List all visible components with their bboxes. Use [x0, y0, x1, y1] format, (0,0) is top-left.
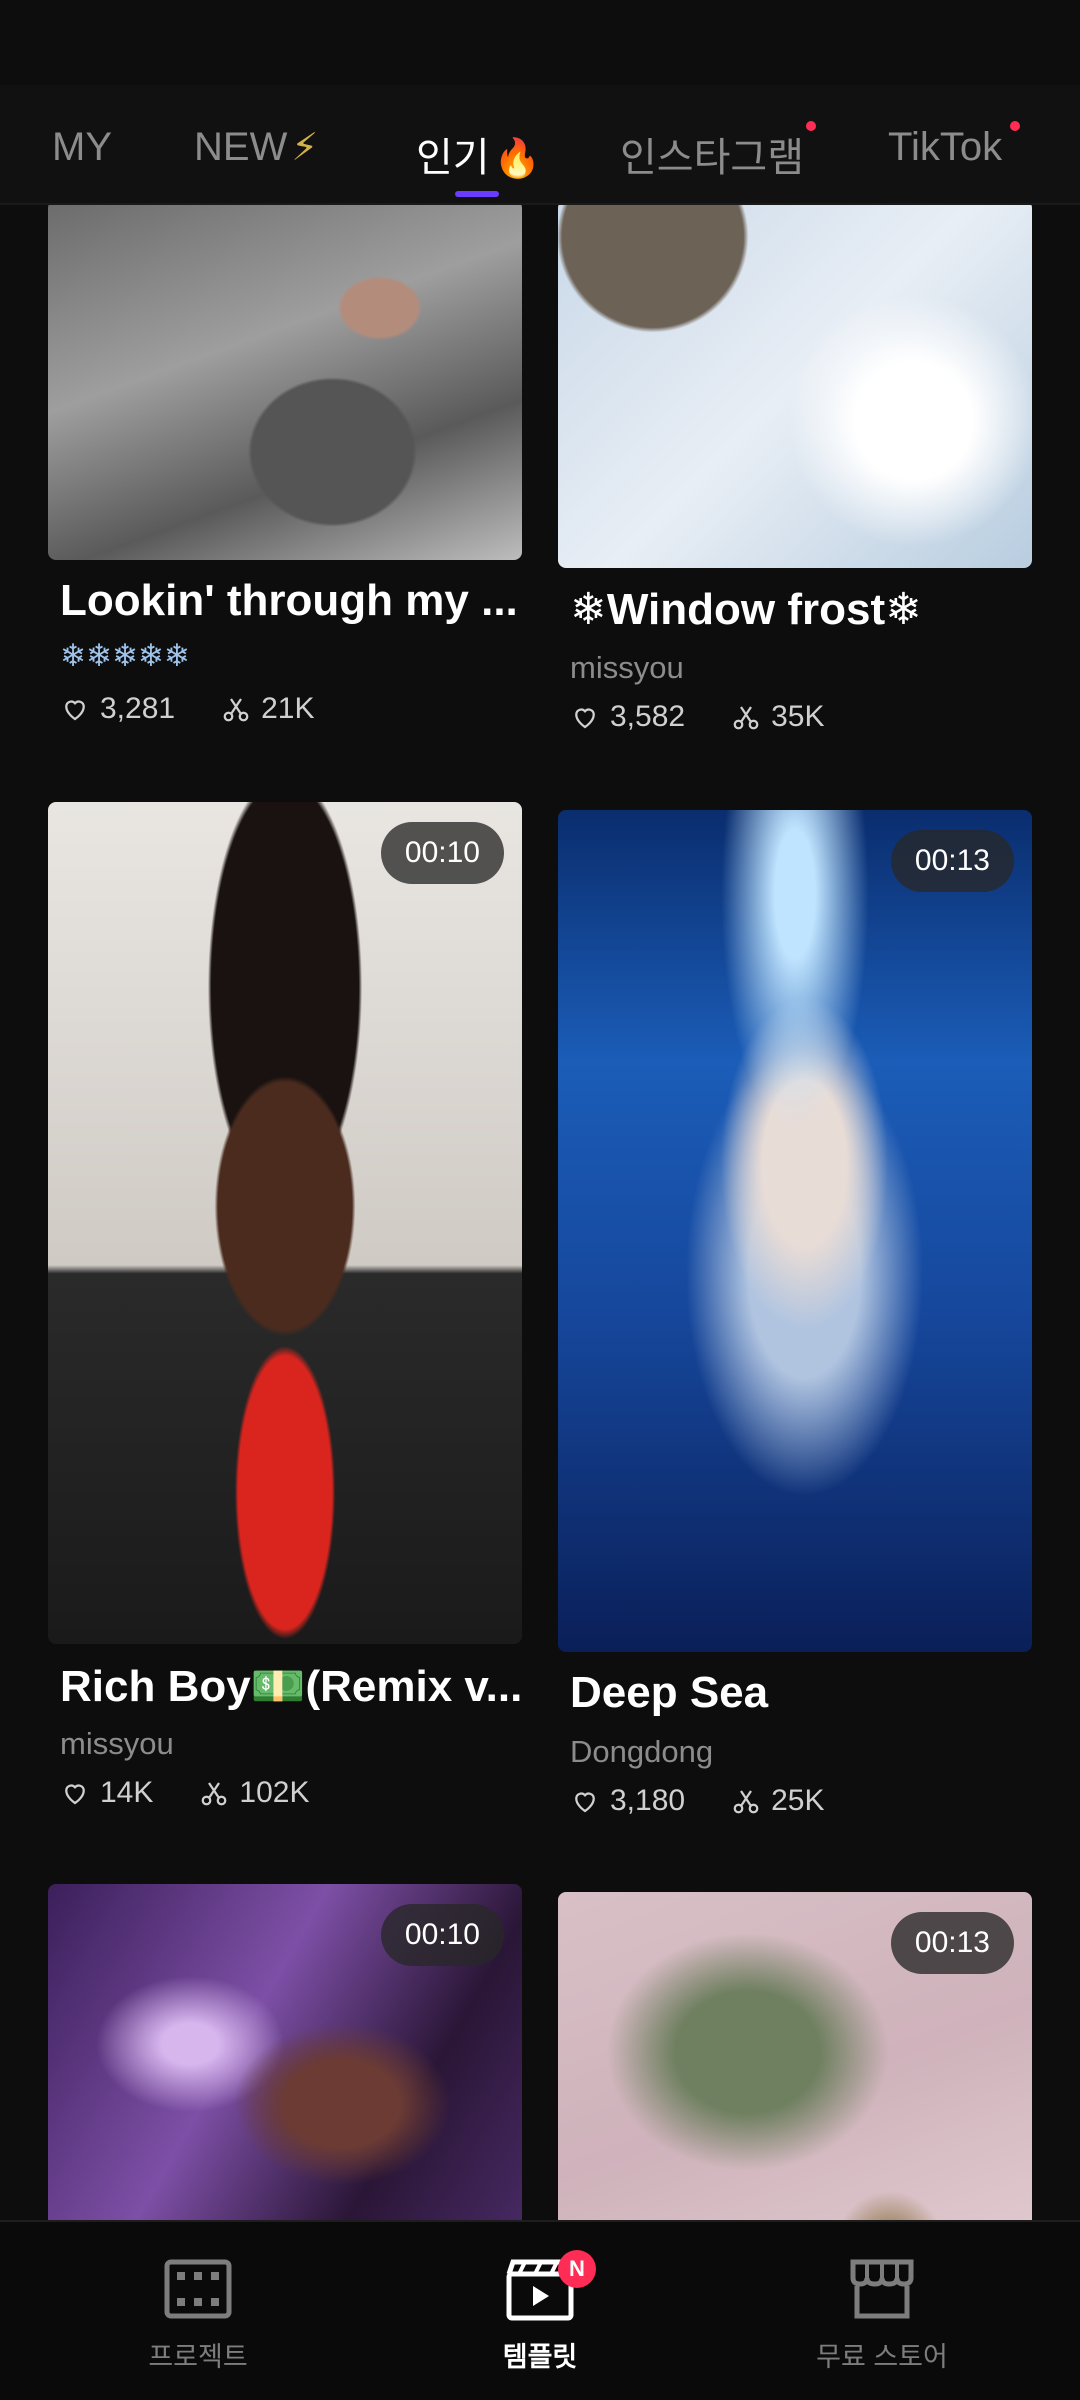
template-thumbnail[interactable]: 00:13: [558, 810, 1032, 1652]
template-title: Rich Boy💵(Remix v...: [60, 1662, 523, 1711]
lightning-icon: ⚡: [291, 127, 319, 169]
template-author: Dongdong: [570, 1734, 714, 1769]
film-icon: [164, 2259, 232, 2319]
template-stats: 14K 102K: [60, 1776, 309, 1810]
template-thumbnail[interactable]: 00:10: [48, 802, 522, 1644]
heart-icon: [575, 708, 595, 729]
nav-item-project[interactable]: 프로젝트: [78, 2256, 318, 2374]
active-tab-indicator: [455, 191, 499, 197]
template-thumbnail[interactable]: [48, 200, 522, 560]
tab-label: 인스타그램: [620, 136, 804, 180]
new-dot-badge: [806, 121, 816, 131]
template-title: Lookin' through my ...: [60, 576, 518, 625]
likes-count: 3,281: [100, 692, 176, 725]
template-stats: 3,180 25K: [570, 1784, 824, 1818]
duration-badge: 00:13: [890, 1912, 1014, 1974]
uses-count: 21K: [261, 692, 315, 725]
tab-instagram[interactable]: 인스타그램: [620, 125, 804, 185]
tab-my[interactable]: MY: [52, 125, 112, 185]
likes-count: 3,180: [610, 1784, 686, 1817]
nav-item-store[interactable]: 무료 스토어: [762, 2256, 1002, 2374]
duration-badge: 00:10: [380, 1904, 504, 1966]
scissors-icon: [733, 1790, 759, 1814]
fire-icon: 🔥: [493, 138, 541, 180]
template-author: missyou: [570, 650, 684, 685]
uses-count: 102K: [239, 1776, 310, 1809]
template-author: missyou: [60, 1726, 174, 1761]
new-badge: N: [558, 2250, 596, 2288]
template-stats: 3,281 21K: [60, 692, 314, 726]
template-title: ❄Window frost❄: [570, 585, 922, 634]
bottom-navigation: 프로젝트 N 템플릿 무료 스토어: [0, 2220, 1080, 2400]
heart-icon: [65, 1784, 85, 1805]
scissors-icon: [202, 1782, 227, 1806]
tab-label: MY: [52, 125, 112, 169]
template-stats: 3,582 35K: [570, 700, 824, 734]
tab-new[interactable]: NEW ⚡: [194, 125, 318, 185]
template-author: ❄❄❄❄❄: [60, 638, 190, 673]
scissors-icon: [223, 698, 249, 722]
likes-count: 14K: [100, 1776, 154, 1809]
status-bar: [0, 0, 1080, 85]
nav-label: 템플릿: [502, 2342, 578, 2372]
tab-popular[interactable]: 인기 🔥: [416, 125, 541, 185]
duration-badge: 00:10: [380, 822, 504, 884]
category-tabs: MY NEW ⚡ 인기 🔥 인스타그램 TikTok: [0, 85, 1080, 205]
template-title: Deep Sea: [570, 1668, 769, 1717]
duration-badge: 00:13: [890, 830, 1014, 892]
app-root: MY NEW ⚡ 인기 🔥 인스타그램 TikTok Lookin' through…: [0, 0, 1080, 2400]
tab-tiktok[interactable]: TikTok: [888, 125, 1002, 185]
uses-count: 25K: [771, 1784, 825, 1817]
nav-label: 무료 스토어: [816, 2342, 948, 2372]
nav-label: 프로젝트: [148, 2342, 248, 2372]
likes-count: 3,582: [610, 700, 686, 733]
tab-label: NEW: [194, 125, 288, 169]
scissors-icon: [733, 706, 759, 730]
tab-label: 인기: [416, 136, 490, 180]
uses-count: 35K: [771, 700, 825, 733]
tab-label: TikTok: [888, 125, 1003, 169]
heart-icon: [65, 700, 85, 721]
template-thumbnail[interactable]: [558, 200, 1032, 568]
heart-icon: [575, 1792, 595, 1813]
store-icon: [850, 2259, 914, 2319]
nav-item-template[interactable]: N 템플릿: [420, 2250, 660, 2374]
new-dot-badge: [1010, 121, 1020, 131]
